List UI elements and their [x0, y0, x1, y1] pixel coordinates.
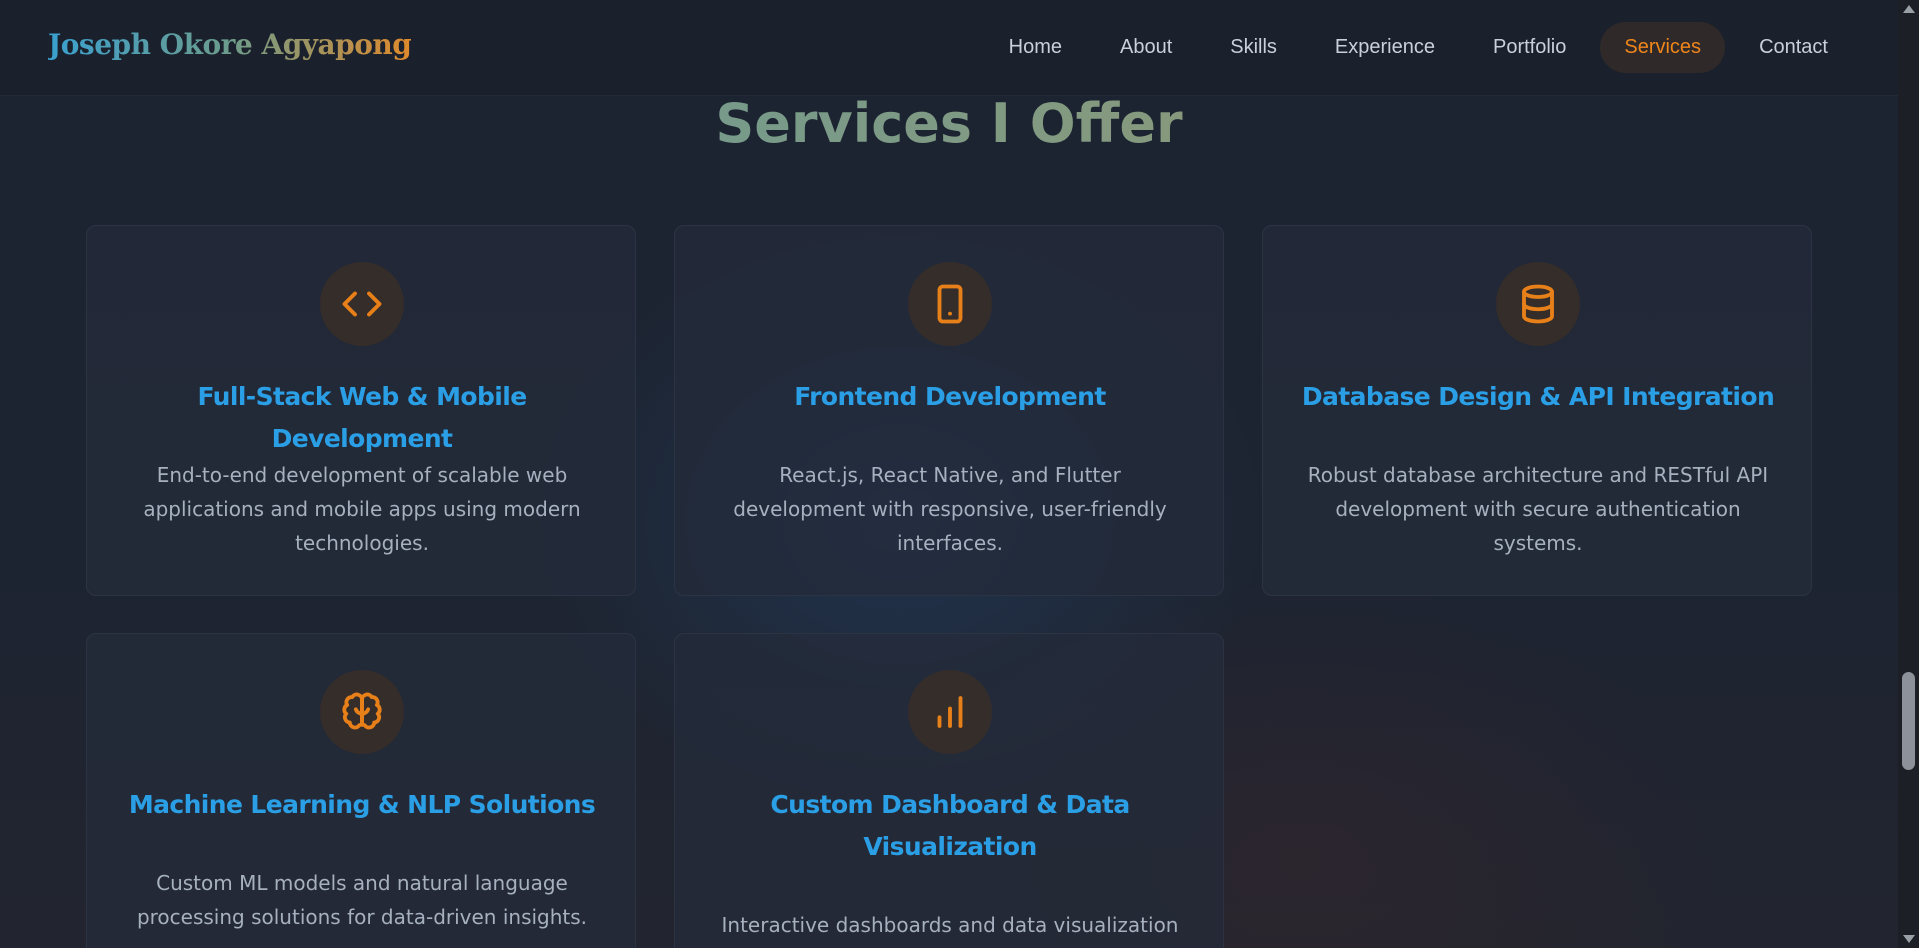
- section-title: Services I Offer: [0, 92, 1898, 155]
- service-card-description: Interactive dashboards and data visualiz…: [721, 913, 1179, 937]
- tablet-icon: [908, 262, 992, 346]
- nav-about[interactable]: About: [1096, 22, 1196, 73]
- brain-icon: [320, 670, 404, 754]
- service-card-description: React.js, React Native, and Flutter deve…: [733, 463, 1167, 555]
- nav-portfolio[interactable]: Portfolio: [1469, 22, 1590, 73]
- nav-services[interactable]: Services: [1600, 22, 1726, 73]
- service-card-description: Robust database architecture and RESTful…: [1307, 463, 1769, 555]
- navbar: Joseph Okore Agyapong Home About Skills …: [0, 0, 1898, 96]
- page: Joseph Okore Agyapong Home About Skills …: [0, 0, 1919, 948]
- service-card-ml: Machine Learning & NLP Solutions Custom …: [86, 633, 636, 948]
- scroll-up-arrow-icon[interactable]: [1903, 5, 1915, 13]
- main-nav: Home About Skills Experience Portfolio S…: [975, 22, 1852, 73]
- database-icon: [1496, 262, 1580, 346]
- service-card-title: Full-Stack Web & Mobile Development: [197, 382, 527, 453]
- service-card-title: Machine Learning & NLP Solutions: [128, 790, 596, 819]
- nav-skills[interactable]: Skills: [1206, 22, 1301, 73]
- service-card-dashboard: Custom Dashboard & Data Visualization In…: [674, 633, 1224, 948]
- service-card-title: Database Design & API Integration: [1301, 382, 1775, 411]
- scroll-down-arrow-icon[interactable]: [1903, 935, 1915, 943]
- vertical-scrollbar[interactable]: [1898, 0, 1919, 948]
- brand-logo[interactable]: Joseph Okore Agyapong: [48, 28, 412, 61]
- service-card-frontend: Frontend Development React.js, React Nat…: [674, 225, 1224, 596]
- service-card-description: Custom ML models and natural language pr…: [136, 871, 588, 929]
- nav-experience[interactable]: Experience: [1311, 22, 1459, 73]
- service-card-title: Frontend Development: [794, 382, 1106, 411]
- code-icon: [320, 262, 404, 346]
- nav-home[interactable]: Home: [985, 22, 1086, 73]
- service-card-description: End-to-end development of scalable web a…: [143, 463, 581, 555]
- scrollbar-thumb[interactable]: [1902, 672, 1915, 770]
- service-card-title: Custom Dashboard & Data Visualization: [770, 790, 1130, 861]
- service-card-fullstack: Full-Stack Web & Mobile Development End-…: [86, 225, 636, 596]
- bar-chart-icon: [908, 670, 992, 754]
- nav-contact[interactable]: Contact: [1735, 22, 1852, 73]
- service-card-database: Database Design & API Integration Robust…: [1262, 225, 1812, 596]
